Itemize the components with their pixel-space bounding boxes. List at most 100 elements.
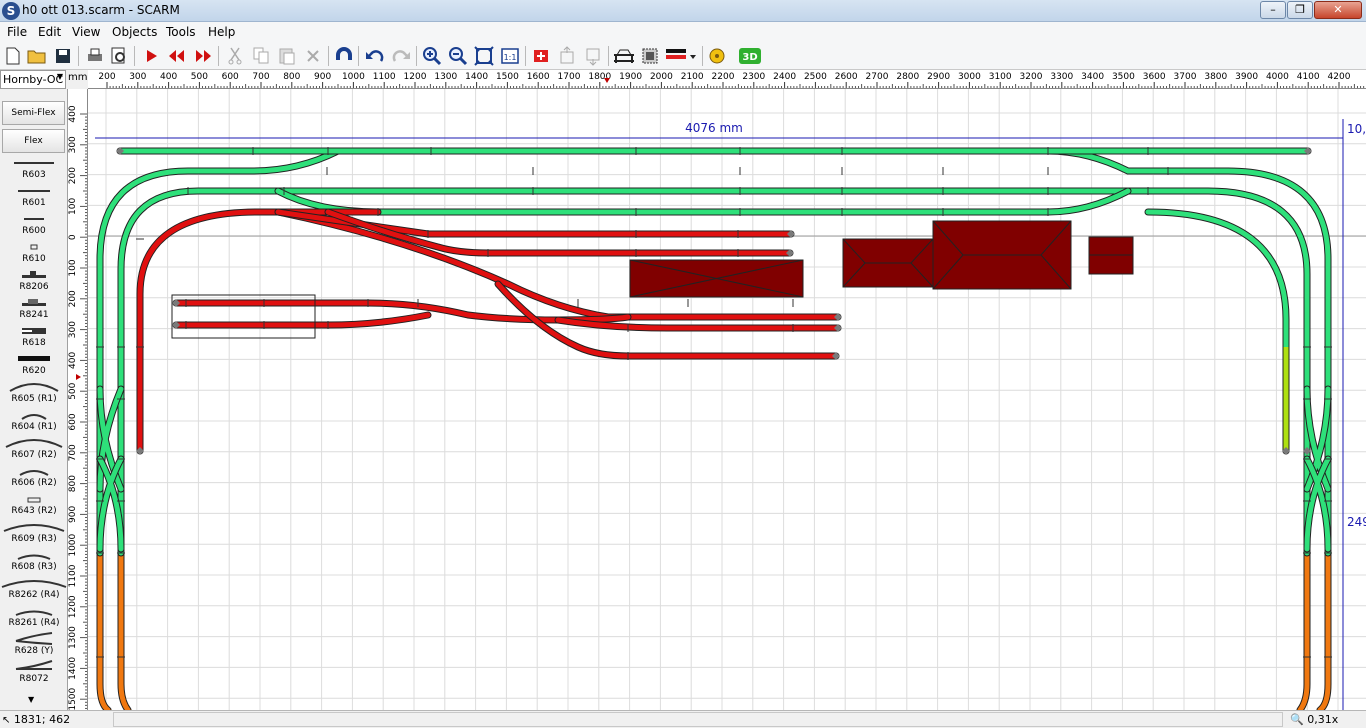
cursor-coordinates: ↖ 1831; 462 (2, 713, 70, 726)
bridge-icon[interactable] (613, 45, 635, 67)
palette-item-r610[interactable]: R610 (0, 239, 67, 267)
palette-item-r643[interactable]: R643 (R2) (0, 491, 67, 519)
track-red-yard[interactable] (136, 208, 842, 455)
redo-icon[interactable] (390, 45, 412, 67)
palette-item-r8241[interactable]: R8241 (0, 295, 67, 323)
palette-item-label: R618 (22, 338, 46, 348)
palette-item-r618[interactable]: R618 (0, 323, 67, 351)
open-folder-icon[interactable] (26, 45, 48, 67)
vertical-ruler[interactable]: 400 300 200 100 0 100 200 300 400 500 600 700 800 900… (68, 89, 88, 710)
palette-item-r608[interactable]: R608 (R3) (0, 547, 67, 575)
ruler-label: 200 (68, 167, 78, 184)
cut-icon[interactable] (224, 45, 246, 67)
delete-icon[interactable] (302, 45, 324, 67)
point-icon (15, 660, 53, 670)
track-color-icon[interactable] (664, 45, 698, 67)
layer-icon[interactable] (530, 45, 552, 67)
menu-bar: File Edit View Objects Tools Help (0, 22, 1366, 42)
building-station-large[interactable] (932, 220, 1072, 290)
palette-item-r601[interactable]: R601 (0, 183, 67, 211)
undo-icon[interactable] (364, 45, 386, 67)
palette-item-r607[interactable]: R607 (R2) (0, 435, 67, 463)
palette-item-r620[interactable]: R620 (0, 351, 67, 379)
building-shed[interactable] (1088, 236, 1134, 275)
new-file-icon[interactable] (2, 45, 24, 67)
ruler-label: 1400 (465, 72, 488, 82)
track-orange-left[interactable] (96, 545, 132, 710)
layout-canvas[interactable]: 4076 mm 10, 249 (88, 89, 1366, 710)
ruler-label: 2600 (835, 72, 858, 82)
ruler-label: 500 (191, 72, 208, 82)
palette-item-r600[interactable]: R600 (0, 211, 67, 239)
measure-icon[interactable] (707, 45, 729, 67)
ruler-label: 2000 (650, 72, 673, 82)
view-3d-button[interactable]: 3D (738, 45, 762, 67)
rotate-left-icon[interactable] (166, 45, 188, 67)
maximize-button[interactable]: ❐ (1287, 1, 1313, 19)
menu-help[interactable]: Help (208, 25, 235, 39)
palette-item-label: R606 (R2) (11, 478, 57, 488)
palette-item-r603[interactable]: R603 (0, 155, 67, 183)
power-track-icon (22, 328, 46, 334)
minimize-button[interactable]: – (1260, 1, 1286, 19)
toolbar-separator (134, 46, 135, 66)
ruler-label: 800 (68, 475, 78, 492)
semi-flex-button[interactable]: Semi-Flex (2, 101, 65, 125)
ruler-label: 3700 (1174, 72, 1197, 82)
palette-item-r609[interactable]: R609 (R3) (0, 519, 67, 547)
ruler-label: 1000 (342, 72, 365, 82)
magnet-icon[interactable] (333, 45, 355, 67)
level-down-icon[interactable] (582, 45, 604, 67)
menu-edit[interactable]: Edit (38, 25, 61, 39)
palette-item-label: R8241 (19, 310, 49, 320)
palette-item-r8072[interactable]: R8072 (0, 659, 67, 687)
ruler-label: 1100 (373, 72, 396, 82)
palette-item-label: R604 (R1) (11, 422, 57, 432)
close-button[interactable]: ✕ (1314, 1, 1362, 19)
palette-item-r605[interactable]: R605 (R1) (0, 379, 67, 407)
menu-objects[interactable]: Objects (112, 25, 157, 39)
rotate-right-icon[interactable] (192, 45, 214, 67)
app-icon[interactable]: S (2, 2, 20, 20)
copy-icon[interactable] (250, 45, 272, 67)
palette-item-r606[interactable]: R606 (R2) (0, 463, 67, 491)
ruler-label: 2100 (681, 72, 704, 82)
print-icon[interactable] (84, 45, 106, 67)
curved-track-icon (17, 554, 51, 560)
palette-item-label: R643 (R2) (11, 506, 57, 516)
ruler-label: 900 (68, 506, 78, 523)
select-arrow-icon[interactable] (140, 45, 162, 67)
level-up-icon[interactable] (556, 45, 578, 67)
board-icon[interactable] (639, 45, 661, 67)
building-station-small[interactable] (842, 238, 934, 288)
palette-item-r628[interactable]: R628 (Y) (0, 631, 67, 659)
flex-button[interactable]: Flex (2, 129, 65, 153)
ruler-label: 1300 (68, 626, 78, 649)
menu-file[interactable]: File (7, 25, 27, 39)
palette-item-r8206[interactable]: R8206 (0, 267, 67, 295)
catalog-select[interactable]: Hornby-OC ▼ (0, 70, 66, 89)
save-icon[interactable] (52, 45, 74, 67)
track-joints (96, 147, 1332, 658)
zoom-out-icon[interactable] (447, 45, 469, 67)
curved-track-icon (19, 470, 49, 476)
horizontal-ruler[interactable]: 200 300 400 500 600 700 800 900 1000 1100 1200 1300… (88, 70, 1366, 89)
palette-item-r604[interactable]: R604 (R1) (0, 407, 67, 435)
building-warehouse[interactable] (629, 259, 804, 298)
menu-view[interactable]: View (72, 25, 100, 39)
menu-tools[interactable]: Tools (166, 25, 196, 39)
ruler-label: 3800 (1204, 72, 1227, 82)
zoom-in-icon[interactable] (421, 45, 443, 67)
print-preview-icon[interactable] (108, 45, 130, 67)
track-orange-right[interactable] (1296, 545, 1332, 710)
scroll-down-icon[interactable]: ▼ (28, 695, 34, 704)
paste-icon[interactable] (276, 45, 298, 67)
zoom-1to1-icon[interactable]: 1:1 (499, 45, 521, 67)
ruler-label: 2400 (773, 72, 796, 82)
palette-item-r8261[interactable]: R8261 (R4) (0, 603, 67, 631)
ruler-label: 700 (68, 444, 78, 461)
palette-item-r8262[interactable]: R8262 (R4) (0, 575, 67, 603)
layout-drawing[interactable]: 4076 mm 10, 249 (88, 89, 1366, 710)
zoom-fit-icon[interactable] (473, 45, 495, 67)
toolbar-separator (608, 46, 609, 66)
